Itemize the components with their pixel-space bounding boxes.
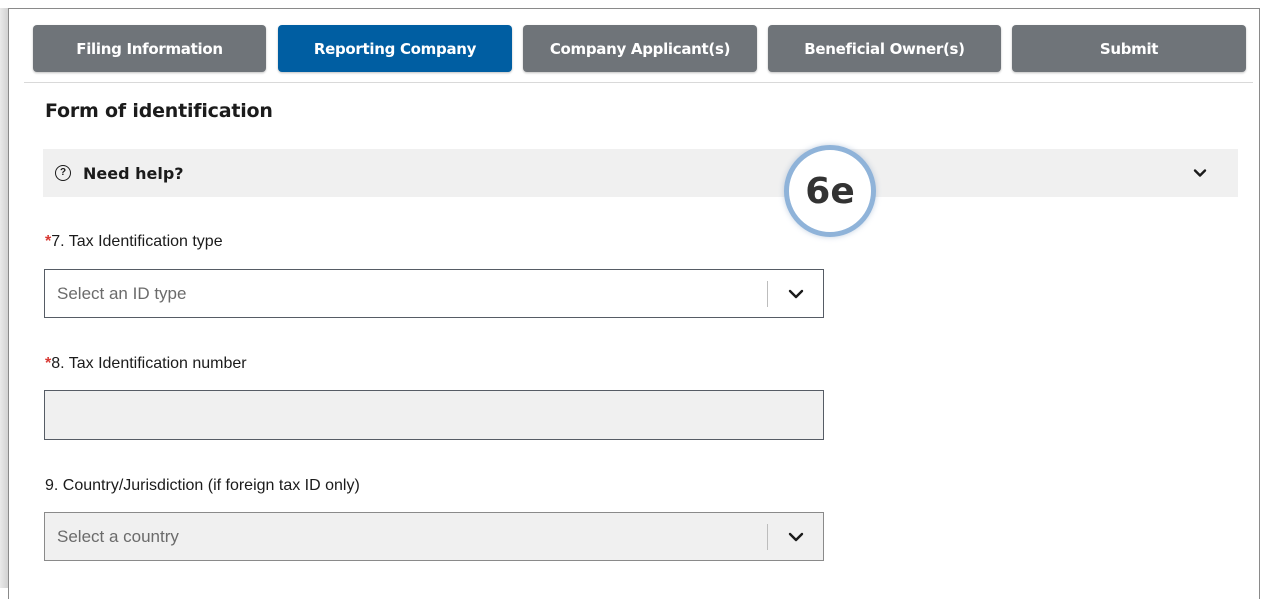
tax-id-number-label: *8. Tax Identification number — [45, 355, 247, 373]
tabs-divider — [24, 82, 1253, 83]
select-separator — [767, 281, 768, 307]
step-badge: 6e — [784, 145, 876, 237]
tab-filing-information[interactable]: Filing Information — [33, 25, 266, 72]
country-placeholder: Select a country — [57, 527, 179, 546]
need-help-accordion[interactable]: ? Need help? — [43, 149, 1238, 197]
chevron-down-icon — [788, 532, 804, 542]
section-title: Form of identification — [45, 100, 273, 122]
country-select[interactable]: Select a country — [44, 512, 824, 561]
tab-submit[interactable]: Submit — [1012, 25, 1246, 72]
need-help-label: Need help? — [83, 163, 184, 183]
tab-reporting-company[interactable]: Reporting Company — [278, 25, 512, 72]
step-tabs: Filing Information Reporting Company Com… — [24, 16, 1253, 73]
chevron-down-icon — [788, 289, 804, 299]
help-circle-icon: ? — [55, 165, 71, 181]
tax-id-type-select[interactable]: Select an ID type — [44, 269, 824, 318]
tax-id-type-placeholder: Select an ID type — [57, 284, 187, 303]
tab-beneficial-owners[interactable]: Beneficial Owner(s) — [768, 25, 1001, 72]
tax-id-type-label: *7. Tax Identification type — [45, 233, 223, 251]
tab-company-applicants[interactable]: Company Applicant(s) — [523, 25, 757, 72]
tax-id-number-label-text: 8. Tax Identification number — [51, 355, 247, 372]
select-separator — [767, 524, 768, 550]
country-label: 9. Country/Jurisdiction (if foreign tax … — [45, 477, 360, 494]
tax-id-number-input[interactable] — [44, 390, 824, 440]
chevron-down-icon — [1193, 169, 1207, 177]
tax-id-type-label-text: 7. Tax Identification type — [51, 233, 223, 250]
window-edge — [0, 8, 8, 588]
